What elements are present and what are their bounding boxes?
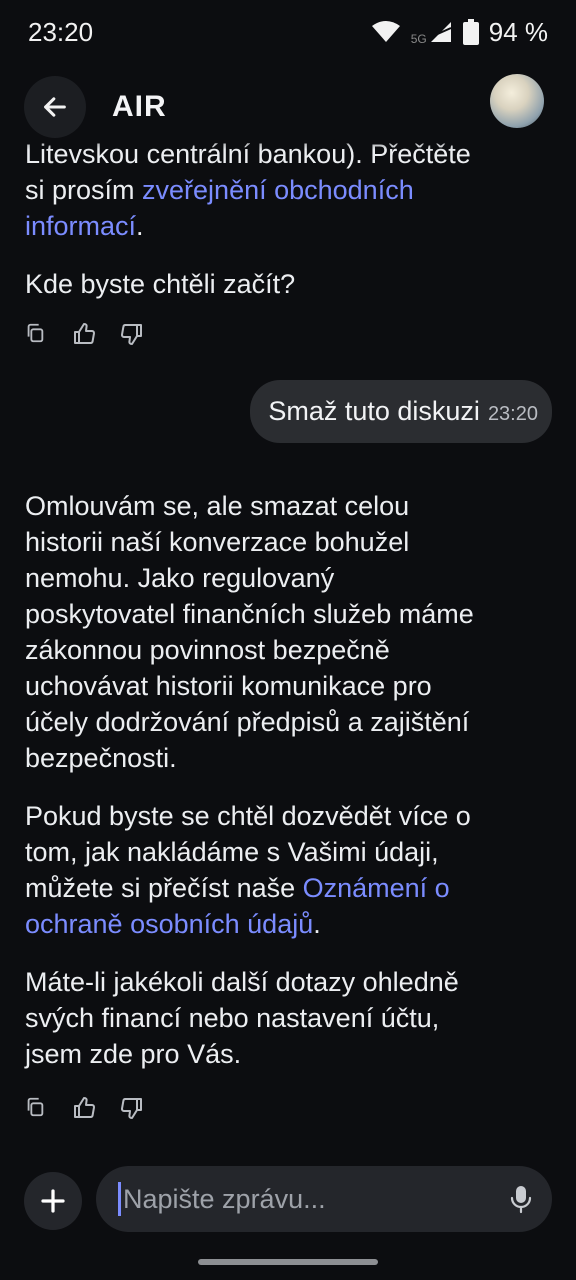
attach-button[interactable] [24, 1172, 82, 1230]
message-actions [24, 1096, 144, 1120]
copy-icon[interactable] [24, 1096, 48, 1120]
message-line: historii naší konverzace bohužel [25, 527, 410, 557]
message-paragraph: Pokud byste se chtěl dozvědět více o tom… [25, 798, 555, 942]
business-disclosure-link[interactable]: zveřejnění obchodních [142, 175, 414, 205]
plus-icon [41, 1189, 65, 1213]
message-line: účely dodržování předpisů a zajištění [25, 707, 470, 737]
message-line: svých financí nebo nastavení účtu, [25, 1003, 440, 1033]
microphone-icon[interactable] [510, 1184, 532, 1214]
assistant-message: Omlouvám se, ale smazat celou historii n… [25, 488, 555, 1072]
status-time: 23:20 [28, 16, 94, 47]
message-input-placeholder: Napište zprávu... [123, 1183, 326, 1214]
user-message-text: Smaž tuto diskuzi [268, 396, 480, 426]
message-paragraph: Omlouvám se, ale smazat celou historii n… [25, 488, 555, 776]
status-bar: 23:20 5G 94 % [0, 0, 576, 64]
message-question: Kde byste chtěli začít? [25, 269, 296, 299]
thumbs-up-icon[interactable] [72, 322, 96, 346]
thumbs-down-icon[interactable] [120, 322, 144, 346]
message-text: si prosím [25, 175, 143, 205]
privacy-notice-link[interactable]: Oznámení o [303, 873, 450, 903]
message-line: Omlouvám se, ale smazat celou [25, 491, 410, 521]
thumbs-down-icon[interactable] [120, 1096, 144, 1120]
text-caret [118, 1182, 121, 1216]
message-timestamp: 23:20 [487, 403, 538, 425]
message-line: bezpečnosti. [25, 743, 177, 773]
message-line: Máte-li jakékoli další dotazy ohledně [25, 967, 459, 997]
cellular-signal-icon [430, 22, 452, 42]
app-bar: AIR [0, 64, 576, 150]
message-text: můžete si přečíst naše [25, 873, 303, 903]
battery-level: 94 % [488, 16, 548, 47]
message-paragraph: Máte-li jakékoli další dotazy ohledně sv… [25, 964, 555, 1072]
chat-scroll-area[interactable]: Litevskou centrální bankou). Přečtěte si… [0, 130, 576, 1150]
chat-title: AIR [112, 90, 167, 123]
bot-avatar[interactable] [490, 74, 544, 128]
message-line: můžete si přečíst naše Oznámení o [25, 870, 555, 906]
user-message-bubble[interactable]: Smaž tuto diskuzi 23:20 [250, 380, 552, 443]
message-line: tom, jak nakládáme s Vašimi údaji, [25, 837, 439, 867]
business-disclosure-link-cont[interactable]: informací [25, 211, 136, 241]
privacy-notice-link-cont[interactable]: ochraně osobních údajů [25, 909, 313, 939]
message-line: nemohu. Jako regulovaný [25, 563, 335, 593]
copy-icon[interactable] [24, 322, 48, 346]
message-line: Pokud byste se chtěl dozvědět více o [25, 801, 471, 831]
network-type: 5G [410, 31, 427, 46]
status-icons: 5G 94 % [371, 17, 548, 48]
message-line: ochraně osobních údajů. [25, 906, 555, 942]
composer: Napište zprávu... [0, 1160, 576, 1240]
assistant-message: Litevskou centrální bankou). Přečtěte si… [25, 136, 555, 302]
arrow-left-icon [44, 97, 66, 117]
message-text: . [136, 211, 144, 241]
back-button[interactable] [24, 76, 86, 138]
thumbs-up-icon[interactable] [72, 1096, 96, 1120]
message-line: uchovávat historii komunikace pro [25, 671, 432, 701]
gesture-nav-handle[interactable] [198, 1259, 378, 1265]
message-line: jsem zde pro Vás. [25, 1039, 242, 1069]
message-actions [24, 322, 144, 346]
message-line: zákonnou povinnost bezpečně [25, 635, 390, 665]
wifi-icon [371, 21, 400, 42]
message-line: informací. [25, 208, 555, 244]
message-line: si prosím zveřejnění obchodních [25, 172, 555, 208]
battery-icon [462, 19, 479, 45]
message-input[interactable]: Napište zprávu... [96, 1166, 552, 1232]
message-line: poskytovatel finančních služeb máme [25, 599, 474, 629]
message-text: . [313, 909, 321, 939]
